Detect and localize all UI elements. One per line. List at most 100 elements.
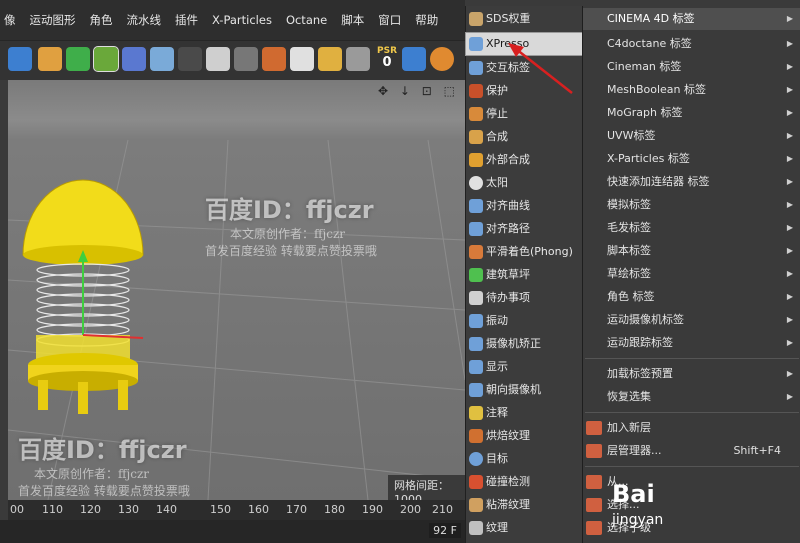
menu-item-sticky-texture[interactable]: 粘滞纹理 <box>466 494 583 516</box>
chevron-right-icon: ▶ <box>786 131 793 140</box>
menu-item-align-spline[interactable]: 对齐曲线 <box>466 195 583 217</box>
menu-item-texture[interactable]: 纹理 <box>466 517 583 539</box>
jingyan-logo: jingyan <box>612 512 664 528</box>
submenu-c4doctane-tags[interactable]: C4doctane 标签 ▶ <box>583 33 800 55</box>
submenu-uvw-tags[interactable]: UVW标签 ▶ <box>583 125 800 147</box>
menu-item-todo[interactable]: 待办事项 <box>466 287 583 309</box>
submenu-label: 层管理器... <box>607 444 662 457</box>
submenu-sketch-tags[interactable]: 草绘标签 ▶ <box>583 263 800 285</box>
chevron-right-icon: ▶ <box>786 62 793 71</box>
chevron-right-icon: ▶ <box>786 108 793 117</box>
menu-item-look-at-camera[interactable]: 朝向摄像机 <box>466 379 583 401</box>
globe-icon[interactable] <box>402 47 426 71</box>
pen-icon[interactable] <box>38 47 62 71</box>
submenu-quick-connector-tags[interactable]: 快速添加连结器 标签 ▶ <box>583 171 800 193</box>
menu-item-target[interactable]: 目标 <box>466 448 583 470</box>
submenu-motion-tracking-tags[interactable]: 运动跟踪标签 ▶ <box>583 332 800 354</box>
menu-item-label: 碰撞检测 <box>486 475 530 488</box>
menu-item-label: 朝向摄像机 <box>486 383 541 396</box>
viewport-nav-icons[interactable]: ✥ ↓ ⊡ ⬚ <box>378 84 459 98</box>
chevron-right-icon: ▶ <box>786 292 793 301</box>
plugin-s-icon[interactable] <box>430 47 454 71</box>
menu-item-xparticles[interactable]: X-Particles <box>212 13 272 27</box>
character-icon[interactable] <box>234 47 258 71</box>
submenu-character-tags[interactable]: 角色 标签 ▶ <box>583 286 800 308</box>
tick-label: 210 <box>432 503 453 516</box>
menu-item-phong[interactable]: 平滑着色(Phong) <box>466 241 583 263</box>
menu-item-stop[interactable]: 停止 <box>466 103 583 125</box>
submenu-restore-selection[interactable]: 恢复选集 ▶ <box>583 386 800 408</box>
submenu-label: Cineman 标签 <box>607 60 682 73</box>
baidu-logo: Bai <box>612 480 655 508</box>
menu-item-label: 建筑草坪 <box>486 268 530 281</box>
external-compositing-icon <box>469 153 483 167</box>
axis-icon[interactable] <box>318 47 342 71</box>
material-icon[interactable] <box>262 47 286 71</box>
menu-separator <box>585 466 799 467</box>
menu-item-octane[interactable]: Octane <box>286 13 327 27</box>
tick-label: 190 <box>362 503 383 516</box>
tick-label: 170 <box>286 503 307 516</box>
subdivision-icon[interactable] <box>66 47 90 71</box>
menu-item-camera-correction[interactable]: 摄像机矫正 <box>466 333 583 355</box>
menu-item-sun[interactable]: 太阳 <box>466 172 583 194</box>
light-icon[interactable] <box>206 47 230 71</box>
render-view-icon[interactable] <box>290 47 314 71</box>
chevron-right-icon: ▶ <box>786 85 793 94</box>
menu-item-mograph[interactable]: 运动图形 <box>30 12 76 28</box>
3d-viewport[interactable]: ✥ ↓ ⊡ ⬚ 网格间距：1000 <box>8 80 465 500</box>
menu-item-pipeline[interactable]: 流水线 <box>127 12 162 28</box>
tick-label: 200 <box>400 503 421 516</box>
tick-label: 180 <box>324 503 345 516</box>
menu-item-compositing[interactable]: 合成 <box>466 126 583 148</box>
menu-item-plugins[interactable]: 插件 <box>175 12 198 28</box>
menu-bar: 像 运动图形 角色 流水线 插件 X-Particles Octane 脚本 窗… <box>0 0 465 40</box>
submenu-layer-manager[interactable]: 层管理器... Shift+F4 <box>583 440 800 462</box>
submenu-cineman-tags[interactable]: Cineman 标签 ▶ <box>583 56 800 78</box>
menu-item-display[interactable]: 显示 <box>466 356 583 378</box>
submenu-simulation-tags[interactable]: 模拟标签 ▶ <box>583 194 800 216</box>
submenu-motion-camera-tags[interactable]: 运动摄像机标签 ▶ <box>583 309 800 331</box>
menu-item-external-compositing[interactable]: 外部合成 <box>466 149 583 171</box>
submenu-label: 恢复选集 <box>607 390 651 403</box>
floor-icon[interactable] <box>150 47 174 71</box>
vibrate-icon <box>469 314 483 328</box>
menu-item-bake-texture[interactable]: 烘焙纹理 <box>466 425 583 447</box>
submenu-hair-tags[interactable]: 毛发标签 ▶ <box>583 217 800 239</box>
camera-icon[interactable] <box>178 47 202 71</box>
chevron-right-icon: ▶ <box>786 223 793 232</box>
array-icon[interactable] <box>93 46 119 72</box>
deformer-icon[interactable] <box>122 47 146 71</box>
menu-item-window[interactable]: 窗口 <box>378 12 401 28</box>
chevron-right-icon: ▶ <box>786 154 793 163</box>
menu-item-help[interactable]: 帮助 <box>415 12 438 28</box>
submenu-add-new-layer[interactable]: 加入新层 <box>583 417 800 439</box>
menu-item-label: 纹理 <box>486 521 508 534</box>
snap-icon[interactable] <box>346 47 370 71</box>
menu-item-architectural-grass[interactable]: 建筑草坪 <box>466 264 583 286</box>
menu-item-label: 待办事项 <box>486 291 530 304</box>
tick-label: 160 <box>248 503 269 516</box>
menu-item-script[interactable]: 脚本 <box>341 12 364 28</box>
submenu-mograph-tags[interactable]: MoGraph 标签 ▶ <box>583 102 800 124</box>
timeline-ruler[interactable]: 00 110 120 130 140 150 160 170 180 190 2… <box>8 500 465 520</box>
menu-item-sds-weight[interactable]: SDS权重 <box>466 8 583 30</box>
menu-item-align-path[interactable]: 对齐路径 <box>466 218 583 240</box>
menu-item-label: 显示 <box>486 360 508 373</box>
tick-label: 140 <box>156 503 177 516</box>
submenu-script-tags[interactable]: 脚本标签 ▶ <box>583 240 800 262</box>
submenu-cinema4d-tags[interactable]: CINEMA 4D 标签 ▶ <box>583 8 800 30</box>
frame-input[interactable]: 92 F <box>429 523 461 538</box>
menu-item-annotation[interactable]: 注释 <box>466 402 583 424</box>
menu-item-image[interactable]: 像 <box>4 12 16 28</box>
submenu-meshboolean-tags[interactable]: MeshBoolean 标签 ▶ <box>583 79 800 101</box>
submenu-xparticles-tags[interactable]: X-Particles 标签 ▶ <box>583 148 800 170</box>
submenu-label: C4doctane 标签 <box>607 37 692 50</box>
submenu-load-tag-preset[interactable]: 加载标签预置 ▶ <box>583 363 800 385</box>
menu-item-character[interactable]: 角色 <box>90 12 113 28</box>
menu-item-collision-detection[interactable]: 碰撞检测 <box>466 471 583 493</box>
cube-icon[interactable] <box>8 47 32 71</box>
chevron-right-icon: ▶ <box>786 39 793 48</box>
submenu-label: 脚本标签 <box>607 244 651 257</box>
menu-item-vibrate[interactable]: 振动 <box>466 310 583 332</box>
